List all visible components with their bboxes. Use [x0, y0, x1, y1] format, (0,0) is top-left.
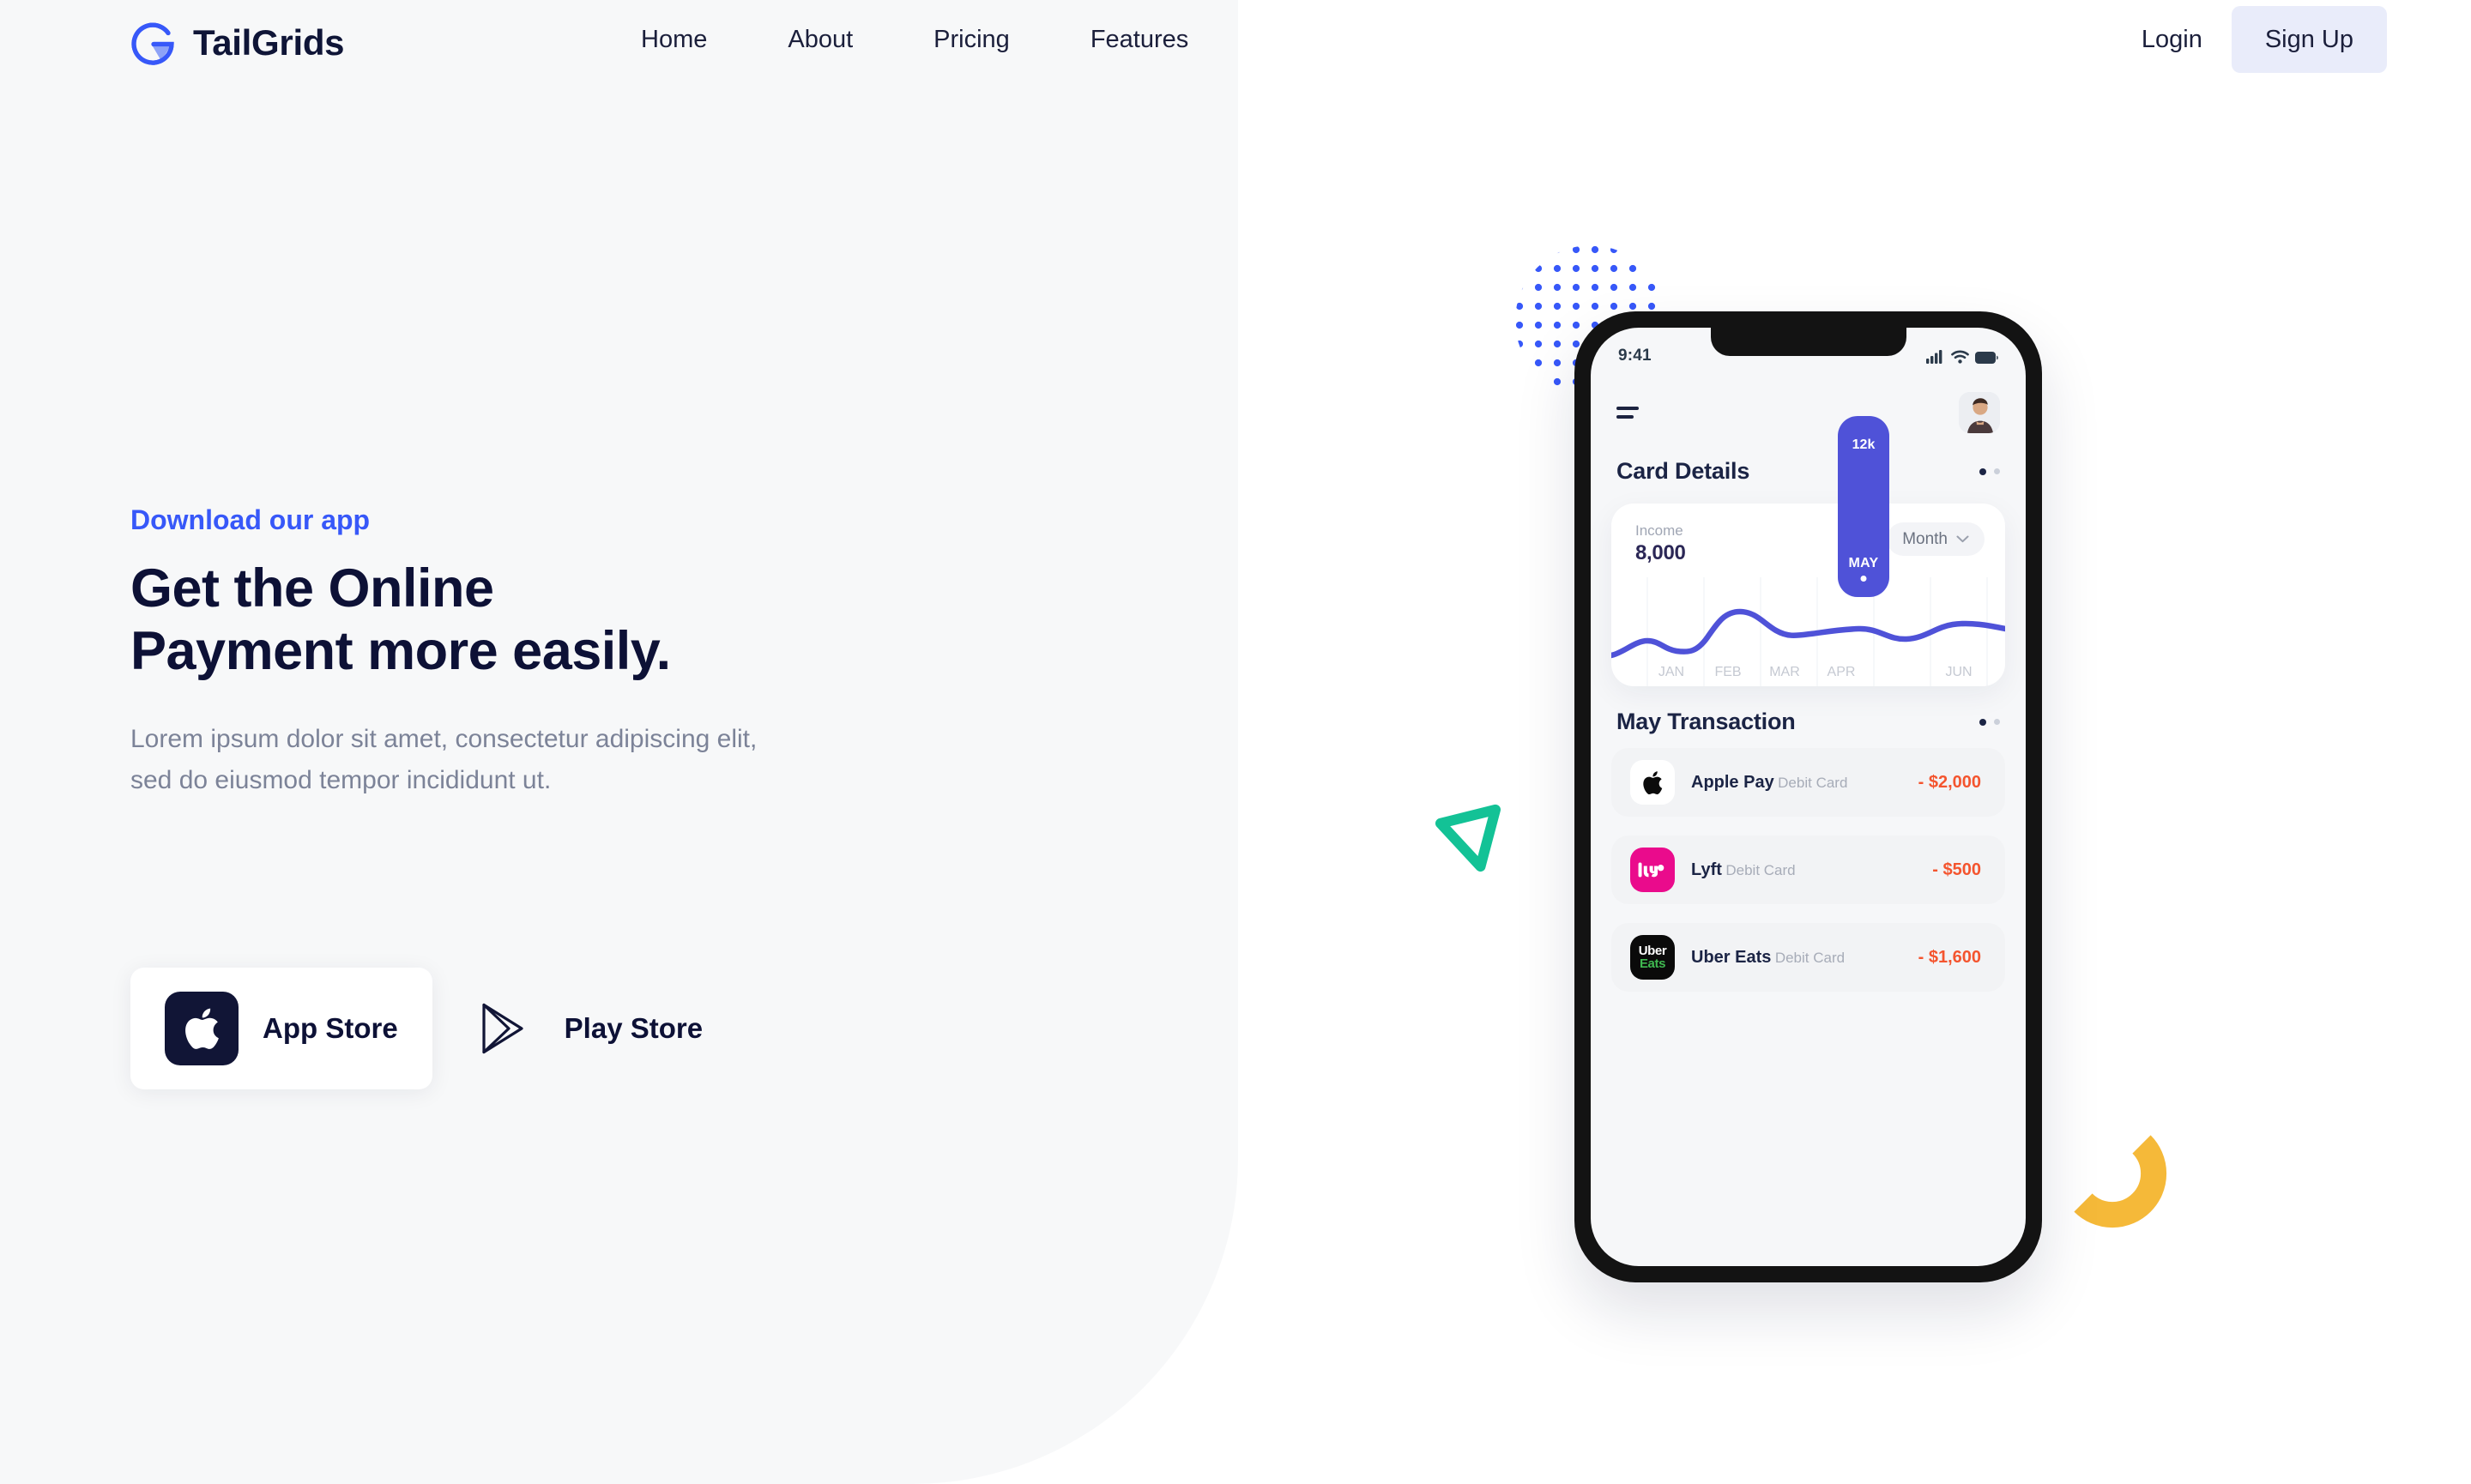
app-store-buttons: App Store Play Store	[130, 968, 737, 1089]
card-details-pager[interactable]	[1979, 468, 2000, 475]
phone-mockup: 9:41 Card Details Income 8,000 Month JAN…	[1574, 311, 2042, 1282]
month-range-label: Month	[1902, 529, 1948, 548]
status-icons	[1926, 349, 1998, 364]
wifi-icon	[1951, 350, 1969, 364]
brand-name: TailGrids	[193, 22, 345, 63]
hamburger-menu-icon[interactable]	[1616, 407, 1639, 419]
income-label: Income	[1635, 522, 1683, 539]
chart-highlight-month: MAY	[1848, 556, 1879, 570]
transactions-list: Apple Pay Debit Card - $2,000 Lyft Debit…	[1611, 748, 2005, 1010]
chart-highlight-value: 12k	[1852, 437, 1876, 452]
transaction-row-uber-eats[interactable]: Uber Eats Uber Eats Debit Card - $1,600	[1611, 923, 2005, 992]
transaction-name: Uber Eats	[1691, 947, 1772, 967]
income-value: 8,000	[1635, 541, 1686, 564]
transaction-type: Debit Card	[1778, 774, 1848, 791]
play-store-button[interactable]: Play Store	[432, 968, 737, 1089]
svg-text:APR: APR	[1828, 665, 1856, 679]
transaction-amount: - $500	[1932, 860, 1981, 879]
svg-text:JAN: JAN	[1658, 665, 1684, 679]
triangle-decoration	[1427, 793, 1521, 888]
chart-highlight-dot	[1860, 576, 1867, 582]
svg-text:MAR: MAR	[1769, 665, 1800, 679]
apple-logo-icon	[165, 992, 239, 1065]
nav-link-about[interactable]: About	[747, 26, 893, 54]
play-store-label: Play Store	[564, 1012, 704, 1044]
landing-page: TailGrids Home About Pricing Features Lo…	[0, 0, 2471, 1484]
nav-link-home[interactable]: Home	[601, 26, 747, 54]
app-store-button[interactable]: App Store	[130, 968, 432, 1089]
transaction-amount: - $1,600	[1918, 947, 1981, 967]
signup-button[interactable]: Sign Up	[2231, 6, 2387, 73]
top-navigation-bar: TailGrids Home About Pricing Features Lo…	[0, 0, 2471, 79]
cellular-bars-icon	[1926, 349, 1942, 364]
svg-text:JUN: JUN	[1945, 665, 1972, 679]
app-store-label: App Store	[263, 1012, 398, 1044]
transaction-name: Apple Pay	[1691, 772, 1774, 792]
apple-logo-icon	[1630, 760, 1675, 805]
app-header	[1591, 384, 2026, 441]
transaction-meta: Apple Pay Debit Card	[1691, 772, 1918, 793]
google-play-logo-icon	[467, 992, 541, 1065]
chevron-down-icon	[1956, 535, 1969, 543]
transaction-meta: Lyft Debit Card	[1691, 860, 1932, 881]
transactions-pager[interactable]	[1979, 718, 2000, 726]
hero-headline: Get the Online Payment more easily.	[130, 558, 671, 682]
hero-subcopy: Lorem ipsum dolor sit amet, consectetur …	[130, 725, 758, 794]
tailgrids-g-logo-icon	[129, 19, 177, 67]
transactions-title: May Transaction	[1616, 709, 1796, 734]
login-link[interactable]: Login	[2112, 26, 2232, 54]
transaction-amount: - $2,000	[1918, 772, 1981, 792]
nav-link-pricing[interactable]: Pricing	[893, 26, 1050, 54]
battery-full-icon	[1975, 351, 1998, 364]
transaction-row-lyft[interactable]: Lyft Debit Card - $500	[1611, 836, 2005, 904]
transactions-header: May Transaction	[1616, 709, 2000, 735]
svg-text:FEB: FEB	[1714, 665, 1741, 679]
lyft-logo-icon	[1630, 848, 1675, 892]
phone-notch	[1710, 328, 1906, 356]
card-details-title: Card Details	[1616, 458, 1750, 484]
transaction-row-apple-pay[interactable]: Apple Pay Debit Card - $2,000	[1611, 748, 2005, 817]
brand-logo[interactable]: TailGrids	[129, 19, 345, 67]
nav-actions: Login Sign Up	[2112, 0, 2387, 79]
uber-eats-logo-icon: Uber Eats	[1630, 935, 1675, 980]
phone-screen: 9:41 Card Details Income 8,000 Month JAN…	[1591, 328, 2026, 1266]
uber-eats-logo-text-top: Uber	[1638, 943, 1667, 958]
income-chart-card: Income 8,000 Month JAN FEB MAR APR JUN	[1611, 504, 2005, 686]
transaction-type: Debit Card	[1774, 949, 1846, 966]
card-details-header: Card Details	[1616, 458, 2000, 485]
chart-highlight-bar-may[interactable]: 12k MAY	[1838, 416, 1889, 597]
nav-links: Home About Pricing Features	[601, 0, 1229, 79]
transaction-type: Debit Card	[1725, 861, 1796, 878]
month-range-dropdown[interactable]: Month	[1887, 522, 1985, 556]
hero-content: Download our app Get the Online Payment …	[130, 506, 1040, 800]
arc-decoration	[2066, 1131, 2171, 1235]
income-month-labels: JAN FEB MAR APR JUN	[1611, 577, 2005, 686]
user-avatar[interactable]	[1959, 392, 2000, 433]
transaction-name: Lyft	[1691, 860, 1722, 879]
hero-eyebrow: Download our app	[130, 504, 371, 535]
uber-eats-logo-text-bottom: Eats	[1639, 956, 1666, 971]
status-clock: 9:41	[1618, 347, 1652, 365]
nav-link-features[interactable]: Features	[1050, 26, 1229, 54]
transaction-meta: Uber Eats Debit Card	[1691, 947, 1918, 968]
